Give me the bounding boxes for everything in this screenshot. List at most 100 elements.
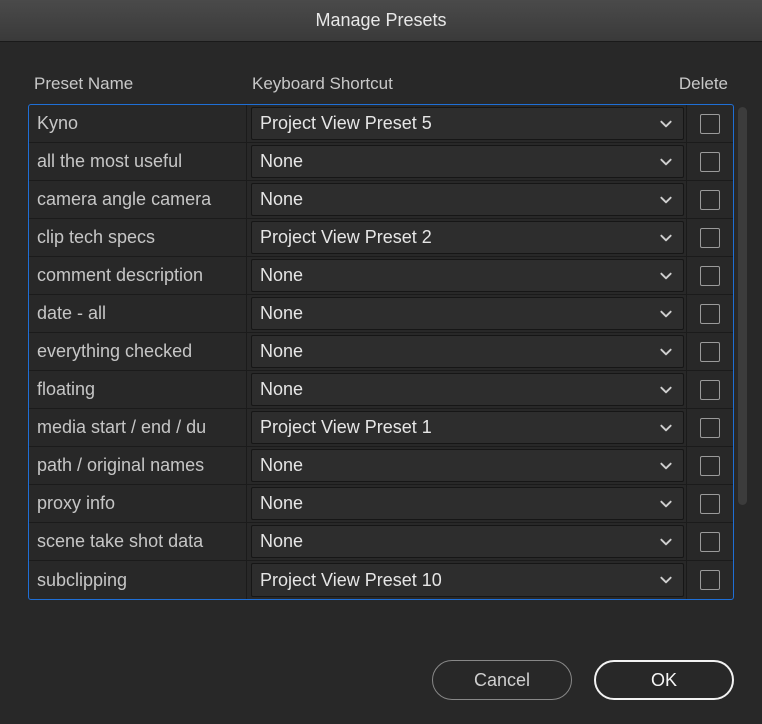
shortcut-cell: None: [247, 295, 687, 332]
dialog-titlebar: Manage Presets: [0, 0, 762, 42]
table-row: comment description None: [29, 257, 733, 295]
chevron-down-icon: [659, 231, 673, 245]
preset-name-cell[interactable]: all the most useful: [29, 143, 247, 180]
delete-cell: [687, 333, 733, 370]
shortcut-value: None: [260, 379, 303, 400]
chevron-down-icon: [659, 421, 673, 435]
preset-name-label: path / original names: [37, 455, 204, 476]
shortcut-cell: None: [247, 257, 687, 294]
ok-button-label: OK: [651, 670, 677, 691]
preset-name-cell[interactable]: everything checked: [29, 333, 247, 370]
header-keyboard-shortcut: Keyboard Shortcut: [252, 74, 658, 94]
shortcut-cell: None: [247, 181, 687, 218]
delete-checkbox[interactable]: [700, 152, 720, 172]
shortcut-dropdown[interactable]: None: [251, 297, 684, 330]
shortcut-value: None: [260, 493, 303, 514]
table-row: Kyno Project View Preset 5: [29, 105, 733, 143]
delete-checkbox[interactable]: [700, 418, 720, 438]
preset-name-cell[interactable]: proxy info: [29, 485, 247, 522]
delete-cell: [687, 485, 733, 522]
table-row: everything checked None: [29, 333, 733, 371]
table-row: proxy info None: [29, 485, 733, 523]
table-row: scene take shot data None: [29, 523, 733, 561]
shortcut-dropdown[interactable]: None: [251, 335, 684, 368]
shortcut-value: Project View Preset 2: [260, 227, 432, 248]
shortcut-cell: None: [247, 447, 687, 484]
preset-name-label: everything checked: [37, 341, 192, 362]
delete-checkbox[interactable]: [700, 266, 720, 286]
delete-cell: [687, 219, 733, 256]
table-row: floating None: [29, 371, 733, 409]
shortcut-value: None: [260, 151, 303, 172]
chevron-down-icon: [659, 117, 673, 131]
header-delete: Delete: [658, 74, 728, 94]
delete-checkbox[interactable]: [700, 228, 720, 248]
shortcut-cell: Project View Preset 5: [247, 105, 687, 142]
shortcut-dropdown[interactable]: None: [251, 373, 684, 406]
preset-name-cell[interactable]: floating: [29, 371, 247, 408]
preset-name-cell[interactable]: scene take shot data: [29, 523, 247, 560]
cancel-button-label: Cancel: [474, 670, 530, 691]
preset-name-label: floating: [37, 379, 95, 400]
preset-name-cell[interactable]: subclipping: [29, 561, 247, 599]
shortcut-dropdown[interactable]: None: [251, 449, 684, 482]
shortcut-dropdown[interactable]: Project View Preset 10: [251, 563, 684, 597]
delete-checkbox[interactable]: [700, 190, 720, 210]
shortcut-value: Project View Preset 10: [260, 570, 442, 591]
preset-table: KynoProject View Preset 5all the most us…: [28, 104, 734, 600]
shortcut-value: Project View Preset 1: [260, 417, 432, 438]
chevron-down-icon: [659, 307, 673, 321]
table-row: all the most useful None: [29, 143, 733, 181]
ok-button[interactable]: OK: [594, 660, 734, 700]
chevron-down-icon: [659, 535, 673, 549]
preset-name-cell[interactable]: media start / end / du: [29, 409, 247, 446]
delete-checkbox[interactable]: [700, 304, 720, 324]
shortcut-dropdown[interactable]: None: [251, 183, 684, 216]
preset-name-label: all the most useful: [37, 151, 182, 172]
delete-checkbox[interactable]: [700, 570, 720, 590]
preset-name-label: media start / end / du: [37, 417, 206, 438]
shortcut-dropdown[interactable]: None: [251, 145, 684, 178]
delete-checkbox[interactable]: [700, 532, 720, 552]
delete-checkbox[interactable]: [700, 494, 720, 514]
preset-name-cell[interactable]: path / original names: [29, 447, 247, 484]
header-preset-name: Preset Name: [34, 74, 252, 94]
delete-checkbox[interactable]: [700, 342, 720, 362]
preset-name-cell[interactable]: clip tech specs: [29, 219, 247, 256]
delete-cell: [687, 143, 733, 180]
delete-cell: [687, 561, 733, 599]
preset-name-cell[interactable]: Kyno: [29, 105, 247, 142]
shortcut-cell: Project View Preset 2: [247, 219, 687, 256]
table-headers: Preset Name Keyboard Shortcut Delete: [28, 74, 734, 104]
delete-cell: [687, 257, 733, 294]
delete-checkbox[interactable]: [700, 114, 720, 134]
preset-name-cell[interactable]: camera angle camera: [29, 181, 247, 218]
preset-name-cell[interactable]: comment description: [29, 257, 247, 294]
delete-cell: [687, 447, 733, 484]
shortcut-dropdown[interactable]: None: [251, 525, 684, 558]
delete-cell: [687, 523, 733, 560]
shortcut-dropdown[interactable]: Project View Preset 2: [251, 221, 684, 254]
preset-name-label: comment description: [37, 265, 203, 286]
preset-name-label: Kyno: [37, 113, 78, 134]
shortcut-dropdown[interactable]: None: [251, 259, 684, 292]
preset-name-label: scene take shot data: [37, 531, 203, 552]
delete-checkbox[interactable]: [700, 456, 720, 476]
shortcut-dropdown[interactable]: Project View Preset 5: [251, 107, 684, 140]
preset-name-label: subclipping: [37, 570, 127, 591]
delete-checkbox[interactable]: [700, 380, 720, 400]
shortcut-value: None: [260, 303, 303, 324]
shortcut-dropdown[interactable]: Project View Preset 1: [251, 411, 684, 444]
delete-cell: [687, 105, 733, 142]
chevron-down-icon: [659, 155, 673, 169]
shortcut-cell: Project View Preset 1: [247, 409, 687, 446]
shortcut-dropdown[interactable]: None: [251, 487, 684, 520]
cancel-button[interactable]: Cancel: [432, 660, 572, 700]
chevron-down-icon: [659, 459, 673, 473]
table-row: media start / end / du Project View Prese…: [29, 409, 733, 447]
scrollbar-thumb[interactable]: [738, 107, 747, 505]
shortcut-cell: None: [247, 371, 687, 408]
chevron-down-icon: [659, 573, 673, 587]
preset-name-cell[interactable]: date - all: [29, 295, 247, 332]
chevron-down-icon: [659, 193, 673, 207]
